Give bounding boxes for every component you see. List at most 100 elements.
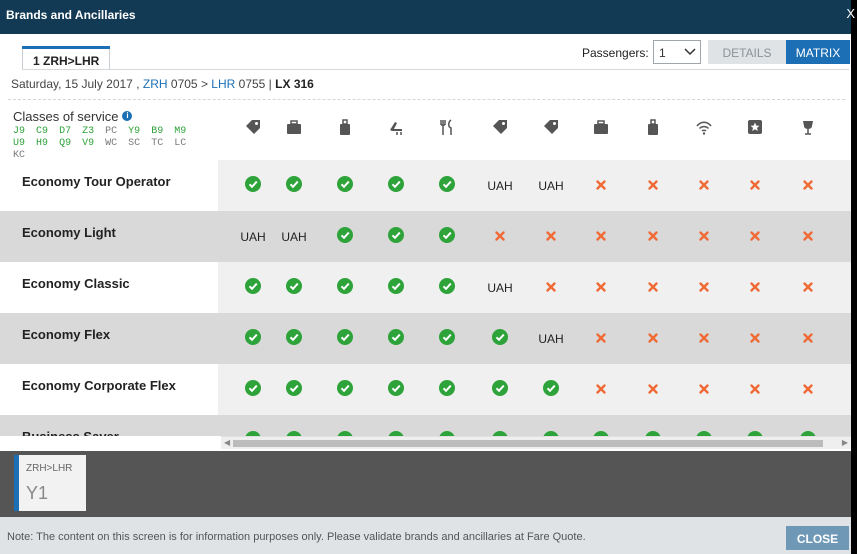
charge-label: UAH xyxy=(487,179,513,193)
class-code: PC xyxy=(105,126,118,137)
not-offered-x-icon xyxy=(474,227,526,245)
class-code: WC xyxy=(105,138,118,149)
destination-airport-link[interactable]: LHR xyxy=(211,77,235,91)
chargeable-cell: UAH xyxy=(474,176,526,193)
not-offered-x-icon xyxy=(729,329,781,347)
brand-name: Economy Tour Operator xyxy=(0,160,218,211)
included-check-icon xyxy=(525,380,577,399)
scroll-left-icon[interactable]: ◀ xyxy=(224,438,230,447)
details-button[interactable]: DETAILS xyxy=(708,40,786,64)
not-offered-x-icon xyxy=(627,380,679,398)
class-code: Z3 xyxy=(82,126,95,137)
not-offered-x-icon xyxy=(627,176,679,194)
included-check-icon xyxy=(268,278,320,297)
close-button[interactable]: CLOSE xyxy=(786,526,849,550)
info-icon[interactable]: i xyxy=(122,111,133,121)
included-check-icon xyxy=(319,278,371,297)
charge-label: UAH xyxy=(487,281,513,295)
brand-row[interactable]: Business Saver xyxy=(0,415,851,436)
included-check-icon xyxy=(268,176,320,195)
class-code: D7 xyxy=(59,126,72,137)
included-check-icon xyxy=(421,278,473,297)
selected-segments-panel: ZRH>LHR Y1 xyxy=(0,451,851,517)
included-check-icon xyxy=(421,380,473,399)
not-offered-x-icon xyxy=(782,176,834,194)
not-offered-x-icon xyxy=(782,278,834,296)
segment-route: ZRH>LHR xyxy=(26,463,73,474)
cabin-bag-icon xyxy=(627,118,679,139)
included-check-icon xyxy=(421,227,473,246)
matrix-header: Classes of service i J9 C9 D7 Z3 PC Y9 B9… xyxy=(0,104,851,161)
brands-ancillaries-dialog: Brands and Ancillaries X 1 ZRH>LHR Passe… xyxy=(0,0,855,554)
not-offered-x-icon xyxy=(782,227,834,245)
arrival-time: 0755 | xyxy=(238,77,272,91)
tag-icon xyxy=(525,118,577,139)
included-check-icon xyxy=(370,227,422,246)
horizontal-scrollbar[interactable]: ◀ ▶ xyxy=(221,436,851,449)
not-offered-x-icon xyxy=(729,227,781,245)
route-arrow: > xyxy=(200,77,208,91)
brand-name: Business Saver xyxy=(22,429,216,436)
class-code: TC xyxy=(151,138,164,149)
class-code: SC xyxy=(128,138,141,149)
tab-segment-1[interactable]: 1 ZRH>LHR xyxy=(22,46,110,70)
scrollbar-thumb[interactable] xyxy=(233,440,823,447)
wifi-icon xyxy=(678,118,730,139)
included-check-icon xyxy=(421,329,473,348)
class-code: B9 xyxy=(151,126,164,137)
brand-row[interactable]: Economy Tour Operator UAH UAH xyxy=(0,160,851,211)
flight-date: Saturday, 15 July 2017 , xyxy=(11,77,140,91)
scroll-right-icon[interactable]: ▶ xyxy=(842,438,848,447)
tag-icon xyxy=(474,118,526,139)
included-check-icon xyxy=(421,176,473,195)
dialog-title: Brands and Ancillaries xyxy=(6,8,136,22)
chargeable-cell: UAH xyxy=(268,227,320,244)
brand-row[interactable]: Economy Classic UAH xyxy=(0,262,851,313)
included-check-icon xyxy=(370,176,422,195)
class-code: M9 xyxy=(174,126,187,137)
brand-row[interactable]: Economy Corporate Flex xyxy=(0,364,851,415)
flight-info: Saturday, 15 July 2017 , ZRH 0705 > LHR … xyxy=(11,77,314,91)
chargeable-cell: UAH xyxy=(525,329,577,346)
brand-name: Economy Flex xyxy=(22,327,111,342)
not-offered-x-icon xyxy=(575,176,627,194)
included-check-icon xyxy=(319,380,371,399)
included-check-icon xyxy=(319,329,371,348)
not-offered-x-icon xyxy=(678,329,730,347)
class-code: H9 xyxy=(36,138,49,149)
close-icon[interactable]: X xyxy=(846,6,855,21)
included-check-icon xyxy=(268,329,320,348)
classes-title: Classes of service xyxy=(13,109,119,124)
brand-row[interactable]: Economy Flex UAH xyxy=(0,313,851,364)
brand-name: Economy Classic xyxy=(0,262,218,313)
brand-name: Economy Corporate Flex xyxy=(0,364,218,415)
not-offered-x-icon xyxy=(729,278,781,296)
matrix-button[interactable]: MATRIX xyxy=(786,40,850,64)
segment-tabs-row: 1 ZRH>LHR Passengers: 1 DETAILS MATRIX xyxy=(0,34,851,70)
origin-airport-link[interactable]: ZRH xyxy=(143,77,168,91)
not-offered-x-icon xyxy=(525,227,577,245)
passengers-select[interactable]: 1 xyxy=(653,40,701,64)
included-check-icon xyxy=(474,380,526,399)
charge-label: UAH xyxy=(538,332,564,346)
chevron-down-icon xyxy=(684,43,696,64)
tab-divider xyxy=(22,69,849,70)
class-code: Q9 xyxy=(59,138,72,149)
brand-row[interactable]: Economy Light UAH UAH xyxy=(0,211,851,262)
not-offered-x-icon xyxy=(575,329,627,347)
included-check-icon xyxy=(370,278,422,297)
charge-label: UAH xyxy=(538,179,564,193)
cabin-bag-icon xyxy=(319,118,371,139)
class-code: V9 xyxy=(82,138,95,149)
segment-card[interactable]: ZRH>LHR Y1 xyxy=(14,455,86,511)
not-offered-x-icon xyxy=(678,380,730,398)
included-check-icon xyxy=(319,227,371,246)
divider xyxy=(8,99,845,100)
not-offered-x-icon xyxy=(627,227,679,245)
briefcase-icon xyxy=(268,118,320,139)
meal-icon xyxy=(421,118,473,139)
not-offered-x-icon xyxy=(575,227,627,245)
class-code: J9 xyxy=(13,126,26,137)
not-offered-x-icon xyxy=(678,227,730,245)
included-check-icon xyxy=(370,329,422,348)
